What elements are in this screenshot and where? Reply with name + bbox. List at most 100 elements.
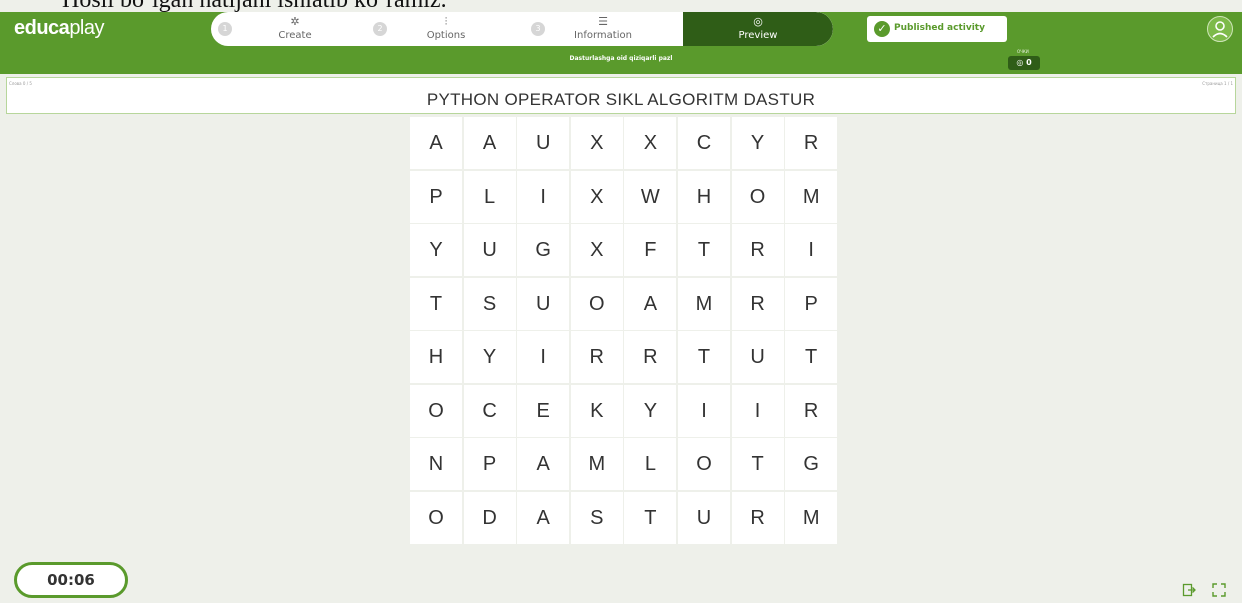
puzzle-icon: ✲ <box>290 15 300 28</box>
score-badge: ◎ 0 <box>1008 56 1040 70</box>
step-information[interactable]: 3 ☰ Information <box>526 12 683 46</box>
grid-cell[interactable]: O <box>410 384 462 437</box>
step-label: Information <box>574 30 632 41</box>
grid-cell[interactable]: T <box>785 331 838 383</box>
grid-cell[interactable]: R <box>570 331 623 383</box>
grid-cell[interactable]: Y <box>463 331 516 383</box>
letter-grid: AAUXXCYRPLIXWHOMYUGXFTRITSUOAMRPHYIRRTUT… <box>410 117 838 544</box>
grid-cell[interactable]: I <box>677 384 730 437</box>
score-value: 0 <box>1026 58 1032 67</box>
grid-cell[interactable]: S <box>570 491 623 544</box>
grid-cell[interactable]: E <box>517 384 570 437</box>
activity-header: Dasturlashga oid qiziqarli pazl ОЧКИ ◎ 0 <box>0 46 1242 74</box>
published-activity-button[interactable]: ✓ Published activity <box>867 16 1007 42</box>
grid-cell[interactable]: T <box>624 491 677 544</box>
grid-cell[interactable]: I <box>731 384 784 437</box>
grid-cell[interactable]: L <box>463 170 516 223</box>
grid-cell[interactable]: Y <box>410 224 462 276</box>
grid-cell[interactable]: T <box>731 438 784 490</box>
grid-cell[interactable]: L <box>624 438 677 490</box>
top-navigation-bar: educaplay 1 ✲ Create 2 ⫶ Options 3 ☰ Inf… <box>0 12 1242 46</box>
grid-cell[interactable]: F <box>624 224 677 276</box>
grid-cell[interactable]: K <box>570 384 623 437</box>
user-avatar[interactable] <box>1207 16 1233 42</box>
grid-cell[interactable]: R <box>731 277 784 330</box>
grid-cell[interactable]: D <box>463 491 516 544</box>
grid-cell[interactable]: P <box>410 170 462 223</box>
grid-cell[interactable]: I <box>517 331 570 383</box>
grid-cell[interactable]: T <box>677 331 730 383</box>
word-list: PYTHON OPERATOR SIKL ALGORITM DASTUR <box>426 90 816 109</box>
grid-cell[interactable]: X <box>570 224 623 276</box>
checkmark-icon: ✓ <box>874 21 890 37</box>
step-options[interactable]: 2 ⫶ Options <box>369 12 526 46</box>
grid-cell[interactable]: O <box>731 170 784 223</box>
grid-cell[interactable]: A <box>517 491 570 544</box>
grid-cell[interactable]: C <box>463 384 516 437</box>
grid-cell[interactable]: M <box>570 438 623 490</box>
educaplay-logo[interactable]: educaplay <box>14 17 105 40</box>
step-create[interactable]: 1 ✲ Create <box>211 12 369 46</box>
grid-cell[interactable]: R <box>785 117 838 169</box>
document-caption: Hosil bo‘lgan natijani ishlatib ko‘ramiz… <box>62 0 447 13</box>
grid-cell[interactable]: A <box>463 117 516 169</box>
grid-cell[interactable]: W <box>624 170 677 223</box>
grid-cell[interactable]: S <box>463 277 516 330</box>
step-label: Create <box>278 30 312 41</box>
grid-cell[interactable]: A <box>624 277 677 330</box>
grid-cell[interactable]: C <box>677 117 730 169</box>
step-label: Preview <box>738 30 778 41</box>
grid-cell[interactable]: T <box>677 224 730 276</box>
grid-cell[interactable]: M <box>785 491 838 544</box>
grid-cell[interactable]: A <box>410 117 462 169</box>
grid-cell[interactable]: O <box>410 491 462 544</box>
published-label: Published activity <box>894 23 985 33</box>
fullscreen-icon[interactable] <box>1211 583 1227 599</box>
step-label: Options <box>426 30 466 41</box>
logo-text-light: play <box>69 17 105 39</box>
step-preview[interactable]: ◎ Preview <box>683 12 833 46</box>
grid-cell[interactable]: U <box>517 117 570 169</box>
grid-cell[interactable]: O <box>677 438 730 490</box>
grid-cell[interactable]: X <box>570 170 623 223</box>
grid-cell[interactable]: R <box>731 224 784 276</box>
grid-cell[interactable]: P <box>785 277 838 330</box>
eye-icon: ◎ <box>753 15 763 28</box>
word-list-bar: Слова 0 / 5 Страница 1 / 1 PYTHON OPERAT… <box>6 77 1236 114</box>
grid-cell[interactable]: I <box>517 170 570 223</box>
grid-cell[interactable]: P <box>463 438 516 490</box>
grid-cell[interactable]: G <box>785 438 838 490</box>
grid-cell[interactable]: U <box>731 331 784 383</box>
list-icon: ☰ <box>598 15 608 28</box>
score-label: ОЧКИ <box>1017 49 1029 54</box>
grid-cell[interactable]: A <box>517 438 570 490</box>
logo-text-bold: educa <box>14 17 70 39</box>
grid-cell[interactable]: O <box>570 277 623 330</box>
grid-cell[interactable]: N <box>410 438 462 490</box>
grid-cell[interactable]: Y <box>731 117 784 169</box>
grid-cell[interactable]: G <box>517 224 570 276</box>
grid-cell[interactable]: R <box>785 384 838 437</box>
grid-cell[interactable]: H <box>410 331 462 383</box>
grid-cell[interactable]: U <box>677 491 730 544</box>
timer: 00:06 <box>14 562 128 598</box>
grid-cell[interactable]: H <box>677 170 730 223</box>
words-found-counter: Слова 0 / 5 <box>9 81 32 86</box>
sliders-icon: ⫶ <box>444 15 448 28</box>
page-counter: Страница 1 / 1 <box>1202 81 1233 86</box>
grid-cell[interactable]: R <box>731 491 784 544</box>
grid-cell[interactable]: I <box>785 224 838 276</box>
editor-steps: 1 ✲ Create 2 ⫶ Options 3 ☰ Information ◎… <box>211 12 833 46</box>
grid-cell[interactable]: M <box>785 170 838 223</box>
grid-cell[interactable]: M <box>677 277 730 330</box>
grid-cell[interactable]: Y <box>624 384 677 437</box>
step-number: 2 <box>373 22 387 36</box>
grid-cell[interactable]: T <box>410 277 462 330</box>
step-number: 1 <box>218 22 232 36</box>
grid-cell[interactable]: U <box>463 224 516 276</box>
grid-cell[interactable]: R <box>624 331 677 383</box>
exit-icon[interactable] <box>1181 583 1197 599</box>
grid-cell[interactable]: X <box>624 117 677 169</box>
grid-cell[interactable]: X <box>570 117 623 169</box>
grid-cell[interactable]: U <box>517 277 570 330</box>
